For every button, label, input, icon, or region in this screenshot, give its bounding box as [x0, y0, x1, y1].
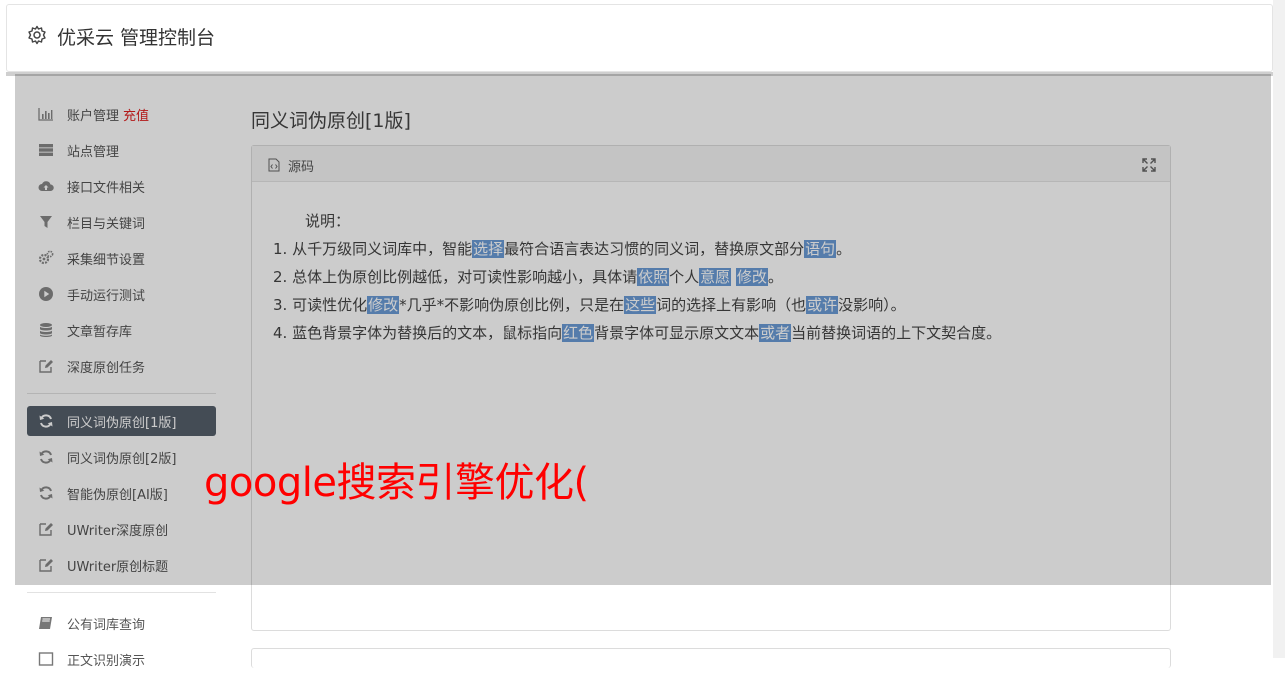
- main-area: 账户管理 充值 站点管理 接口文件相关 栏目与关键词 采集细节设置 手动运行测试…: [15, 76, 1271, 669]
- sidebar-item-public-dictionary[interactable]: 公有词库查询: [27, 605, 216, 641]
- instruction-text: 个人: [669, 268, 700, 286]
- sidebar-item-uwriter-deep[interactable]: UWriter深度原创: [27, 511, 216, 547]
- instruction-line: 2. 总体上伪原创比例越低，对可读性影响越小，具体请依照个人意愿 修改。: [273, 263, 1170, 291]
- panel-header: 源码: [252, 146, 1170, 182]
- replaced-word[interactable]: 依照: [637, 268, 670, 286]
- sidebar-divider: [27, 592, 216, 593]
- sidebar-item-label: UWriter深度原创: [67, 523, 169, 539]
- scrollbar[interactable]: [1273, 0, 1285, 658]
- watermark-text: google搜索引擎优化(: [204, 460, 589, 506]
- sidebar-item-manual-run[interactable]: 手动运行测试: [27, 276, 216, 312]
- sidebar-item-label: 智能伪原创[AI版]: [67, 487, 168, 503]
- refresh-icon: [38, 413, 54, 429]
- sidebar-divider: [27, 393, 216, 394]
- source-panel: 源码 说明： 1. 从千万级同义词库中，智能选择最符合语言表达习惯的同义词，替换…: [251, 145, 1171, 631]
- sidebar-item-text-recognition[interactable]: 正文识别演示: [27, 641, 216, 677]
- instruction-text: 。: [836, 240, 852, 258]
- instruction-text: *几乎*不影响伪原创比例，只是在: [399, 296, 625, 314]
- sidebar-item-label: 正文识别演示: [67, 653, 146, 669]
- sidebar-item-label: 采集细节设置: [67, 252, 146, 268]
- instruction-text: 没影响）。: [838, 296, 906, 314]
- edit-icon: [38, 358, 54, 374]
- sidebar-item-deep-original[interactable]: 深度原创任务: [27, 348, 216, 384]
- replaced-word[interactable]: 或者: [759, 324, 792, 342]
- sidebar-item-label: 文章暂存库: [67, 324, 133, 340]
- instruction-text: 背景字体可显示原文文本: [594, 324, 760, 342]
- page-title: 同义词伪原创[1版]: [251, 110, 411, 132]
- gears-icon: [38, 250, 54, 266]
- instruction-text: 4. 蓝色背景字体为替换后的文本，鼠标指向: [273, 324, 563, 342]
- replaced-word[interactable]: 红色: [562, 324, 595, 342]
- sidebar-item-label: 公有词库查询: [67, 617, 146, 633]
- sidebar-item-sites[interactable]: 站点管理: [27, 132, 216, 168]
- instruction-line: 4. 蓝色背景字体为替换后的文本，鼠标指向红色背景字体可显示原文文本或者当前替换…: [273, 319, 1170, 347]
- expand-icon[interactable]: [1142, 158, 1156, 172]
- sidebar-item-label: 栏目与关键词: [67, 216, 146, 232]
- gear-icon: [28, 25, 46, 45]
- sidebar-item-label: 同义词伪原创[1版]: [67, 415, 177, 431]
- intro-text: 说明：: [305, 212, 351, 230]
- instruction-line: 3. 可读性优化修改*几乎*不影响伪原创比例，只是在这些词的选择上有影响（也或许…: [273, 291, 1170, 319]
- instruction-list: 1. 从千万级同义词库中，智能选择最符合语言表达习惯的同义词，替换原文部分语句。…: [273, 235, 1170, 347]
- book-icon: [38, 615, 54, 631]
- sidebar-item-collect-settings[interactable]: 采集细节设置: [27, 240, 216, 276]
- sidebar-item-label: 手动运行测试: [67, 288, 146, 304]
- instruction-text: 词的选择上有影响（也: [656, 296, 807, 314]
- sidebar: 账户管理 充值 站点管理 接口文件相关 栏目与关键词 采集细节设置 手动运行测试…: [27, 96, 216, 677]
- replaced-word[interactable]: 或许: [806, 296, 839, 314]
- second-panel: [251, 648, 1171, 668]
- sidebar-item-label: 深度原创任务: [67, 360, 146, 376]
- instruction-text: 2. 总体上伪原创比例越低，对可读性影响越小，具体请: [273, 268, 638, 286]
- panel-title: 源码: [288, 160, 315, 175]
- instruction-text: 最符合语言表达习惯的同义词，替换原文部分: [504, 240, 805, 258]
- code-file-icon: [268, 158, 280, 172]
- filter-icon: [38, 214, 54, 230]
- sidebar-item-interface-files[interactable]: 接口文件相关: [27, 168, 216, 204]
- cloud-upload-icon: [38, 178, 54, 194]
- sidebar-item-label: 站点管理: [67, 144, 120, 160]
- instruction-text: 3. 可读性优化: [273, 296, 368, 314]
- edit-icon: [38, 521, 54, 537]
- instruction-text: 。: [767, 268, 783, 286]
- refresh-icon: [38, 449, 54, 465]
- square-icon: [38, 651, 54, 667]
- instruction-text: 1. 从千万级同义词库中，智能: [273, 240, 473, 258]
- replaced-word[interactable]: 修改: [367, 296, 400, 314]
- instruction-line: 1. 从千万级同义词库中，智能选择最符合语言表达习惯的同义词，替换原文部分语句。: [273, 235, 1170, 263]
- app-title: 优采云 管理控制台: [57, 27, 216, 49]
- bar-chart-icon: [38, 106, 54, 122]
- top-header: 优采云 管理控制台: [6, 4, 1273, 72]
- sidebar-item-label: UWriter原创标题: [67, 559, 169, 575]
- sidebar-item-ai-pseudo-original[interactable]: 智能伪原创[AI版]: [27, 475, 216, 511]
- replaced-word[interactable]: 意愿: [699, 268, 732, 286]
- replaced-word[interactable]: 修改: [735, 268, 768, 286]
- sidebar-item-article-storage[interactable]: 文章暂存库: [27, 312, 216, 348]
- replaced-word[interactable]: 选择: [472, 240, 505, 258]
- edit-icon: [38, 557, 54, 573]
- sidebar-item-account[interactable]: 账户管理 充值: [27, 96, 216, 132]
- sidebar-item-synonym-v1[interactable]: 同义词伪原创[1版]: [27, 406, 216, 436]
- sidebar-item-uwriter-title[interactable]: UWriter原创标题: [27, 547, 216, 583]
- panel-content: 说明： 1. 从千万级同义词库中，智能选择最符合语言表达习惯的同义词，替换原文部…: [252, 182, 1170, 347]
- replaced-word[interactable]: 语句: [804, 240, 837, 258]
- sidebar-item-columns-keywords[interactable]: 栏目与关键词: [27, 204, 216, 240]
- sidebar-item-label: 账户管理: [67, 108, 120, 124]
- sidebar-item-label: 同义词伪原创[2版]: [67, 451, 177, 467]
- recharge-link[interactable]: 充值: [123, 105, 149, 124]
- database-icon: [38, 322, 54, 338]
- instruction-text: 当前替换词语的上下文契合度。: [791, 324, 1002, 342]
- sidebar-item-synonym-v2[interactable]: 同义词伪原创[2版]: [27, 439, 216, 475]
- refresh-icon: [38, 485, 54, 501]
- server-icon: [38, 142, 54, 158]
- play-circle-icon: [38, 286, 54, 302]
- sidebar-item-label: 接口文件相关: [67, 180, 146, 196]
- replaced-word[interactable]: 这些: [624, 296, 657, 314]
